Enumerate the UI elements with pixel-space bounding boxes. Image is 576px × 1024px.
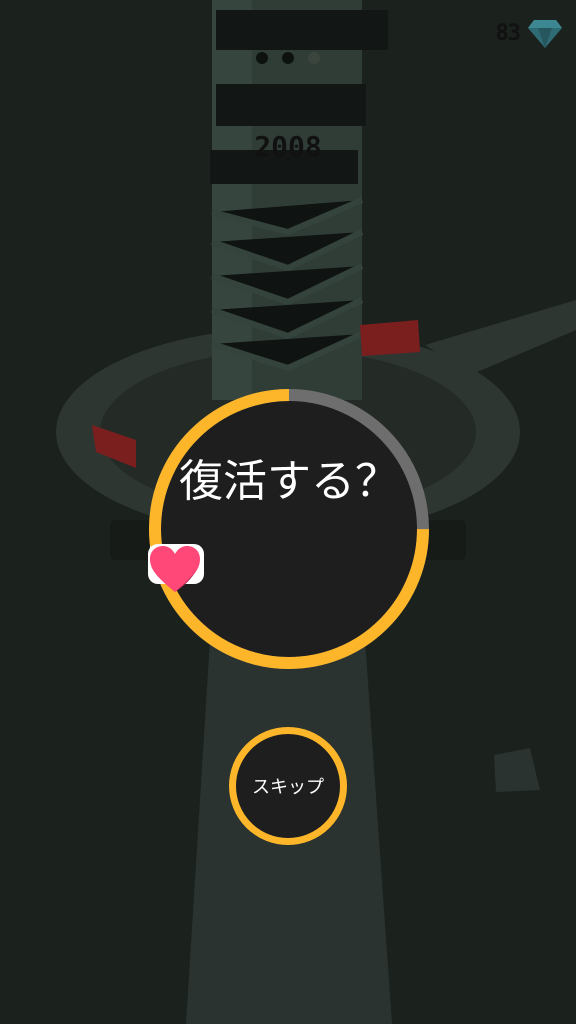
stage-progress-dots <box>0 52 576 64</box>
skip-button[interactable]: スキップ <box>229 727 347 845</box>
diamond-icon <box>528 20 562 48</box>
score-text: 2008 <box>254 130 322 163</box>
progress-dot <box>282 52 294 64</box>
revive-timer-ring <box>149 389 429 669</box>
heart-icon <box>150 546 200 592</box>
revive-button[interactable]: 復活する？ <box>148 388 430 670</box>
progress-dot <box>256 52 268 64</box>
game-screen: 2008 83 復活する？ スキップ <box>0 0 576 1024</box>
gem-count: 83 <box>495 20 521 46</box>
gem-counter: 83 <box>495 18 562 48</box>
progress-dot <box>308 52 320 64</box>
revive-title: 復活する？ <box>179 456 399 507</box>
